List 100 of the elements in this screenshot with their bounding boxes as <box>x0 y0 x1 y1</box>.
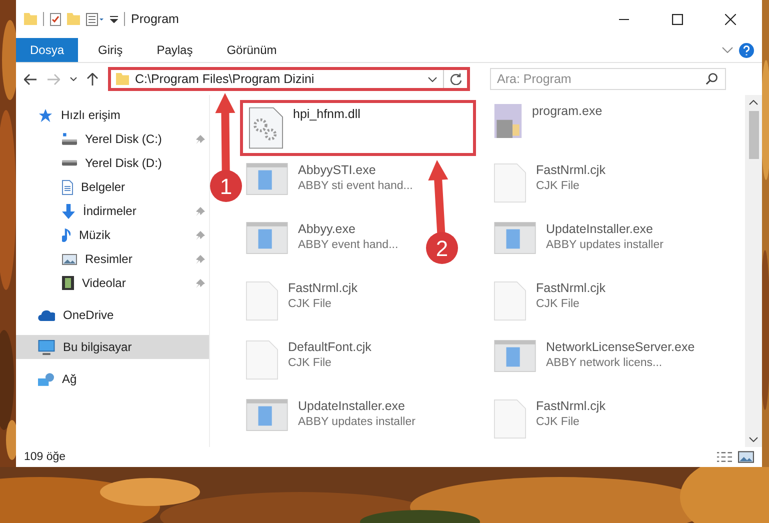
sidebar-label: Yerel Disk (C:) <box>85 132 162 146</box>
scrollbar-thumb[interactable] <box>748 111 758 159</box>
sidebar-item[interactable]: Hızlı erişim <box>16 103 209 127</box>
application-icon <box>494 340 536 372</box>
file-name: FastNrml.cjk <box>288 281 358 295</box>
sidebar-item[interactable]: İndirmeler <box>16 199 209 223</box>
file-description: ABBY network licens... <box>546 357 664 369</box>
ribbon-tab[interactable]: Dosya <box>16 38 78 62</box>
file-description: CJK File <box>536 416 580 428</box>
blank-file-icon <box>494 281 526 321</box>
blank-file-icon <box>494 163 526 203</box>
sidebar-label: Müzik <box>79 228 110 242</box>
application-icon <box>246 222 288 254</box>
close-icon[interactable] <box>725 14 736 24</box>
sidebar-item[interactable]: Yerel Disk (D:) <box>16 151 209 175</box>
file-name: AbbyySTI.exe <box>298 163 377 177</box>
file-item[interactable]: program.exe <box>488 100 608 142</box>
file-item[interactable]: NetworkLicenseServer.exe ABBY network licens... <box>488 336 701 376</box>
download-icon <box>62 204 75 218</box>
film-icon <box>62 276 74 290</box>
file-name: FastNrml.cjk <box>536 281 606 295</box>
application-icon <box>246 399 288 431</box>
chevron-icon[interactable] <box>428 76 437 82</box>
sidebar-item[interactable]: Müzik <box>16 223 209 247</box>
checklist-icon[interactable] <box>50 12 61 26</box>
sidebar-item[interactable]: Belgeler <box>16 175 209 199</box>
file-name: FastNrml.cjk <box>536 163 606 177</box>
address-path: C:\Program Files\Program Dizini <box>135 72 316 86</box>
application-icon <box>494 222 536 254</box>
sidebar-item[interactable]: Bu bilgisayar <box>16 335 209 359</box>
sidebar-label: Hızlı erişim <box>61 108 120 122</box>
file-item[interactable]: DefaultFont.cjk CJK File <box>240 336 378 384</box>
file-name: UpdateInstaller.exe <box>298 399 406 413</box>
sidebar-item[interactable]: Yerel Disk (C:) <box>16 127 209 151</box>
sidebar-item[interactable]: Videolar <box>16 271 209 295</box>
sidebar-label: İndirmeler <box>83 204 136 218</box>
help-icon[interactable] <box>739 42 754 58</box>
cloud-icon <box>38 310 55 320</box>
file-item[interactable]: FastNrml.cjk CJK File <box>488 159 612 207</box>
search-field[interactable]: Ara: Program <box>490 68 726 90</box>
ribbon-tab[interactable]: Giriş <box>84 38 137 62</box>
file-name: program.exe <box>532 104 602 118</box>
scroll-up-icon[interactable] <box>749 100 758 105</box>
music-note-icon <box>62 228 71 242</box>
file-description: ABBY sti event hand... <box>298 180 413 192</box>
sidebar-label: Yerel Disk (D:) <box>85 156 162 170</box>
file-description: CJK File <box>288 357 332 369</box>
sidebar-item[interactable]: Ağ <box>16 367 209 391</box>
file-item[interactable]: Abbyy.exe ABBY event hand... <box>240 218 404 258</box>
file-item[interactable]: AbbyySTI.exe ABBY sti event hand... <box>240 159 419 199</box>
file-name: DefaultFont.cjk <box>288 340 372 354</box>
file-item[interactable]: FastNrml.cjk CJK File <box>488 395 612 443</box>
file-item[interactable]: FastNrml.cjk CJK File <box>488 277 612 325</box>
file-name: Abbyy.exe <box>298 222 356 236</box>
sidebar-item[interactable]: Resimler <box>16 247 209 271</box>
dropdown-icon[interactable] <box>110 16 118 22</box>
thumbnail-view-icon[interactable] <box>738 451 754 463</box>
file-item[interactable]: UpdateInstaller.exe ABBY updates installer <box>240 395 422 435</box>
network-icon <box>38 372 54 386</box>
file-name: UpdateInstaller.exe <box>546 222 654 236</box>
minimize-icon[interactable] <box>618 18 630 20</box>
installer-icon <box>494 104 522 138</box>
computer-icon <box>38 340 55 354</box>
address-bar[interactable]: C:\Program Files\Program Dizini <box>108 67 470 91</box>
gear-file-icon <box>249 107 283 149</box>
refresh-icon[interactable] <box>450 73 462 85</box>
file-name: NetworkLicenseServer.exe <box>546 340 695 354</box>
document-icon <box>62 180 73 194</box>
file-description: CJK File <box>288 298 332 310</box>
sidebar-label: Videolar <box>82 276 126 290</box>
application-icon <box>246 163 288 195</box>
back-icon[interactable] <box>24 74 37 84</box>
file-description: CJK File <box>536 298 580 310</box>
file-description: ABBY updates installer <box>546 239 664 251</box>
sidebar-item[interactable]: OneDrive <box>16 303 209 327</box>
recent-icon[interactable] <box>70 77 77 81</box>
ribbon-tab[interactable]: Paylaş <box>142 38 207 62</box>
sidebar-label: Resimler <box>85 252 132 266</box>
file-name: FastNrml.cjk <box>536 399 606 413</box>
blank-file-icon <box>246 340 278 380</box>
file-item[interactable]: hpi_hfnm.dll <box>240 100 476 156</box>
up-icon[interactable] <box>87 72 98 86</box>
item-count: 109 öğe <box>24 451 66 463</box>
image-icon <box>62 254 77 264</box>
ribbon-tab[interactable]: Görünüm <box>212 38 291 62</box>
details-view-icon[interactable] <box>717 452 732 462</box>
step-badge: 1 <box>210 170 242 202</box>
sidebar-label: OneDrive <box>63 308 114 322</box>
file-item[interactable]: UpdateInstaller.exe ABBY updates installer <box>488 218 670 258</box>
drive-icon <box>62 133 77 145</box>
search-icon <box>706 73 718 85</box>
sidebar-label: Bu bilgisayar <box>63 340 132 354</box>
scrollbar[interactable] <box>745 95 762 447</box>
properties-icon[interactable] <box>86 12 104 26</box>
maximize-icon[interactable] <box>672 14 683 24</box>
blank-file-icon <box>246 281 278 321</box>
file-item[interactable]: FastNrml.cjk CJK File <box>240 277 364 325</box>
scroll-down-icon[interactable] <box>749 437 758 442</box>
file-name: hpi_hfnm.dll <box>293 107 360 121</box>
sidebar-label: Ağ <box>62 372 77 386</box>
